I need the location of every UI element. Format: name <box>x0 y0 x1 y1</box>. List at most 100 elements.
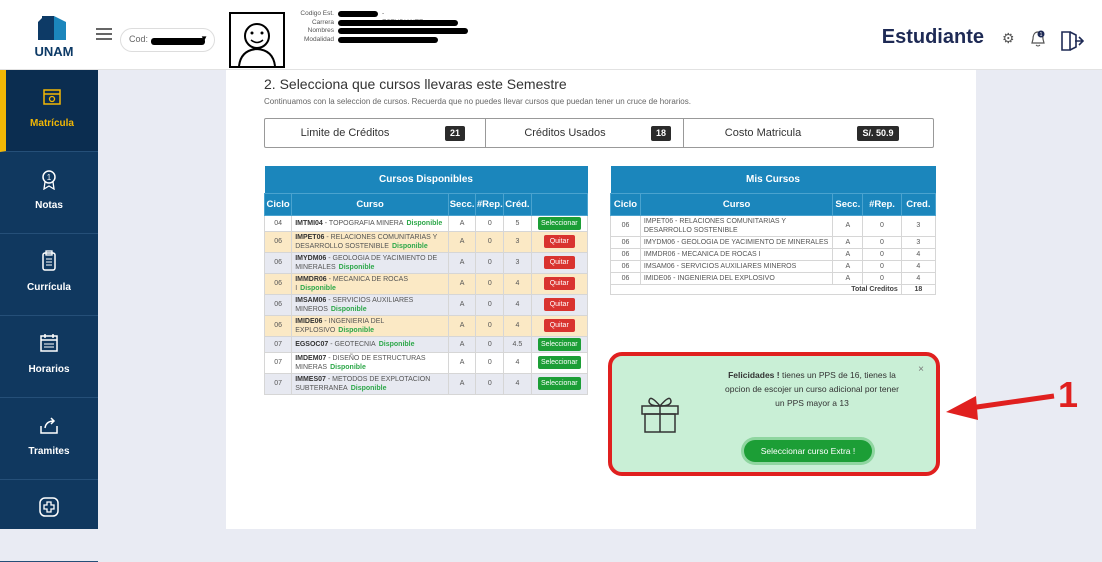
close-icon[interactable]: × <box>918 364 924 375</box>
secc-cell: A <box>448 372 477 395</box>
column-header: Cred. <box>900 192 937 216</box>
sidebar-item-label: Matrícula <box>30 118 74 129</box>
ciclo-cell: 07 <box>263 335 293 353</box>
quitar-button[interactable]: Quitar <box>543 298 575 311</box>
sidebar-item-tramites[interactable]: Tramites <box>0 398 98 480</box>
course-code: IMYDM06 <box>295 254 327 262</box>
secc-cell: A <box>448 272 477 295</box>
sidebar-item-notas[interactable]: 1 Notas <box>0 152 98 234</box>
usados-label: Créditos Usados <box>524 127 606 139</box>
course-code: IMDEM07 <box>295 354 327 362</box>
sidebar-item-label: Notas <box>35 200 63 211</box>
total-label: Total Creditos <box>610 283 902 295</box>
curso-cell: IMTMI04 - TOPOGRAFIA MINERA Disponible <box>291 214 450 232</box>
curso-cell: IMYDM06 - GEOLOGIA DE YACIMIENTO DE MINE… <box>639 235 834 249</box>
ciclo-cell: 06 <box>610 259 641 273</box>
secc-cell: A <box>448 293 477 316</box>
table-row: 06 IMMDR06 - MECANICA DE ROCAS IA04 <box>610 247 937 261</box>
quitar-button[interactable]: Quitar <box>543 277 575 290</box>
seleccionar-button[interactable]: Seleccionar <box>537 216 581 230</box>
column-header: Ciclo <box>263 192 293 216</box>
column-header: Curso <box>639 192 834 216</box>
nombres-label: Nombres <box>307 27 334 34</box>
curso-cell: IMIDE06 - INGENIERIA DEL EXPLOSIVO Dispon… <box>291 314 450 337</box>
sidebar-item-label: Horarios <box>28 364 70 375</box>
table-row: 04 IMTMI04 - TOPOGRAFIA MINERA Disponible A… <box>263 214 589 232</box>
quitar-button[interactable]: Quitar <box>543 256 575 269</box>
bell-icon[interactable]: 1 <box>1030 30 1046 51</box>
logout-icon[interactable] <box>1060 30 1085 55</box>
sidebar: Matrícula 1 Notas Currícula Horarios Tra… <box>0 70 98 562</box>
table-caption: Mis Cursos <box>610 166 936 193</box>
sidebar-item-more[interactable] <box>0 480 98 562</box>
sidebar-item-curricula[interactable]: Currícula <box>0 234 98 316</box>
action-cell: Quitar <box>530 293 589 316</box>
cursos-disponibles-table: Cursos Disponibles Ciclo Curso Secc. #Re… <box>263 166 589 395</box>
cred-cell: 4 <box>900 271 937 285</box>
gift-icon <box>636 388 684 436</box>
settings-icon[interactable]: ⚙ <box>1002 30 1015 47</box>
curso-cell: IMMDR06 - MECANICA DE ROCAS I <box>639 247 834 261</box>
enrollment-icon <box>6 86 98 114</box>
quitar-button[interactable]: Quitar <box>543 235 575 248</box>
carrera-label: Carrera <box>311 18 334 26</box>
secc-cell: A <box>448 314 477 337</box>
disponible-label: Disponible <box>330 305 367 313</box>
costo-label: Costo Matricula <box>724 127 802 139</box>
logo-text: UNAM <box>34 44 74 59</box>
table-row: 06 IMPET06 - RELACIONES COMUNITARIAS Y DE… <box>263 230 589 253</box>
disponible-label: Disponible <box>330 363 366 371</box>
curso-cell: IMYDM06 - GEOLOGIA DE YACIMIENTO DE MINE… <box>291 251 450 274</box>
course-code: IMPET06 <box>295 233 325 241</box>
rep-cell: 0 <box>862 214 902 237</box>
sidebar-item-matricula[interactable]: Matrícula <box>0 70 98 152</box>
ciclo-cell: 06 <box>263 251 293 274</box>
ciclo-cell: 06 <box>263 272 293 295</box>
ciclo-cell: 06 <box>610 235 641 249</box>
page-title: 2. Selecciona que cursos llevaras este S… <box>264 76 567 92</box>
calendar-icon <box>0 332 98 360</box>
quitar-button[interactable]: Quitar <box>543 319 575 332</box>
alert-strong: Felicidades ! <box>728 370 780 380</box>
codigo-label: Codigo Est. <box>300 10 334 17</box>
notification-count: 1 <box>1040 32 1043 38</box>
secc-cell: A <box>832 247 864 261</box>
disponible-label: Disponible <box>406 219 443 227</box>
redacted-modalidad <box>338 36 438 43</box>
seleccionar-button[interactable]: Seleccionar <box>537 337 581 351</box>
mis-cursos-table: Mis Cursos Ciclo Curso Secc. #Rep. Cred.… <box>610 166 937 295</box>
credits-summary-bar: Limite de Créditos 21 Créditos Usados 18… <box>264 118 934 148</box>
menu-toggle-icon[interactable] <box>96 28 112 40</box>
ciclo-cell: 07 <box>263 351 293 374</box>
column-header: Curso <box>291 192 450 216</box>
seleccionar-button[interactable]: Seleccionar <box>537 377 581 390</box>
redacted-carrera <box>338 19 458 26</box>
cred-cell: 4 <box>503 272 532 295</box>
limite-value: 21 <box>445 126 465 141</box>
course-code: IMIDE06 <box>295 317 323 325</box>
select-extra-course-button[interactable]: Seleccionar curso Extra ! <box>744 440 872 462</box>
table-row: 07 IMDEM07 - DISEÑO DE ESTRUCTURAS MINERA… <box>263 351 589 374</box>
total-value: 18 <box>900 283 937 295</box>
rep-cell: 0 <box>475 351 505 374</box>
seleccionar-button[interactable]: Seleccionar <box>537 356 581 369</box>
main-panel: 2. Selecciona que cursos llevaras este S… <box>226 70 976 529</box>
plus-icon <box>0 496 98 524</box>
sidebar-item-horarios[interactable]: Horarios <box>0 316 98 398</box>
disponible-label: Disponible <box>378 340 415 348</box>
code-select[interactable]: Cod: ▼ <box>120 28 215 52</box>
cred-cell: 4 <box>503 314 532 337</box>
rep-cell: 0 <box>475 272 505 295</box>
column-header: Ciclo <box>610 192 641 216</box>
rep-cell: 0 <box>475 293 505 316</box>
course-code: EGSOC07 <box>295 340 329 348</box>
course-code: IMSAM06 <box>295 296 327 304</box>
table-row: 06 IMIDE06 - INGENIERIA DEL EXPLOSIVO A 0 4 <box>610 271 937 285</box>
disponible-label: Disponible <box>300 284 336 292</box>
annotation-arrow <box>946 393 1055 420</box>
curso-cell: EGSOC07 - GEOTECNIA Disponible <box>291 335 450 353</box>
ciclo-cell: 04 <box>263 214 293 232</box>
disponible-label: Disponible <box>338 326 375 334</box>
cred-cell: 4.5 <box>503 335 532 353</box>
rep-cell: 0 <box>862 247 902 261</box>
